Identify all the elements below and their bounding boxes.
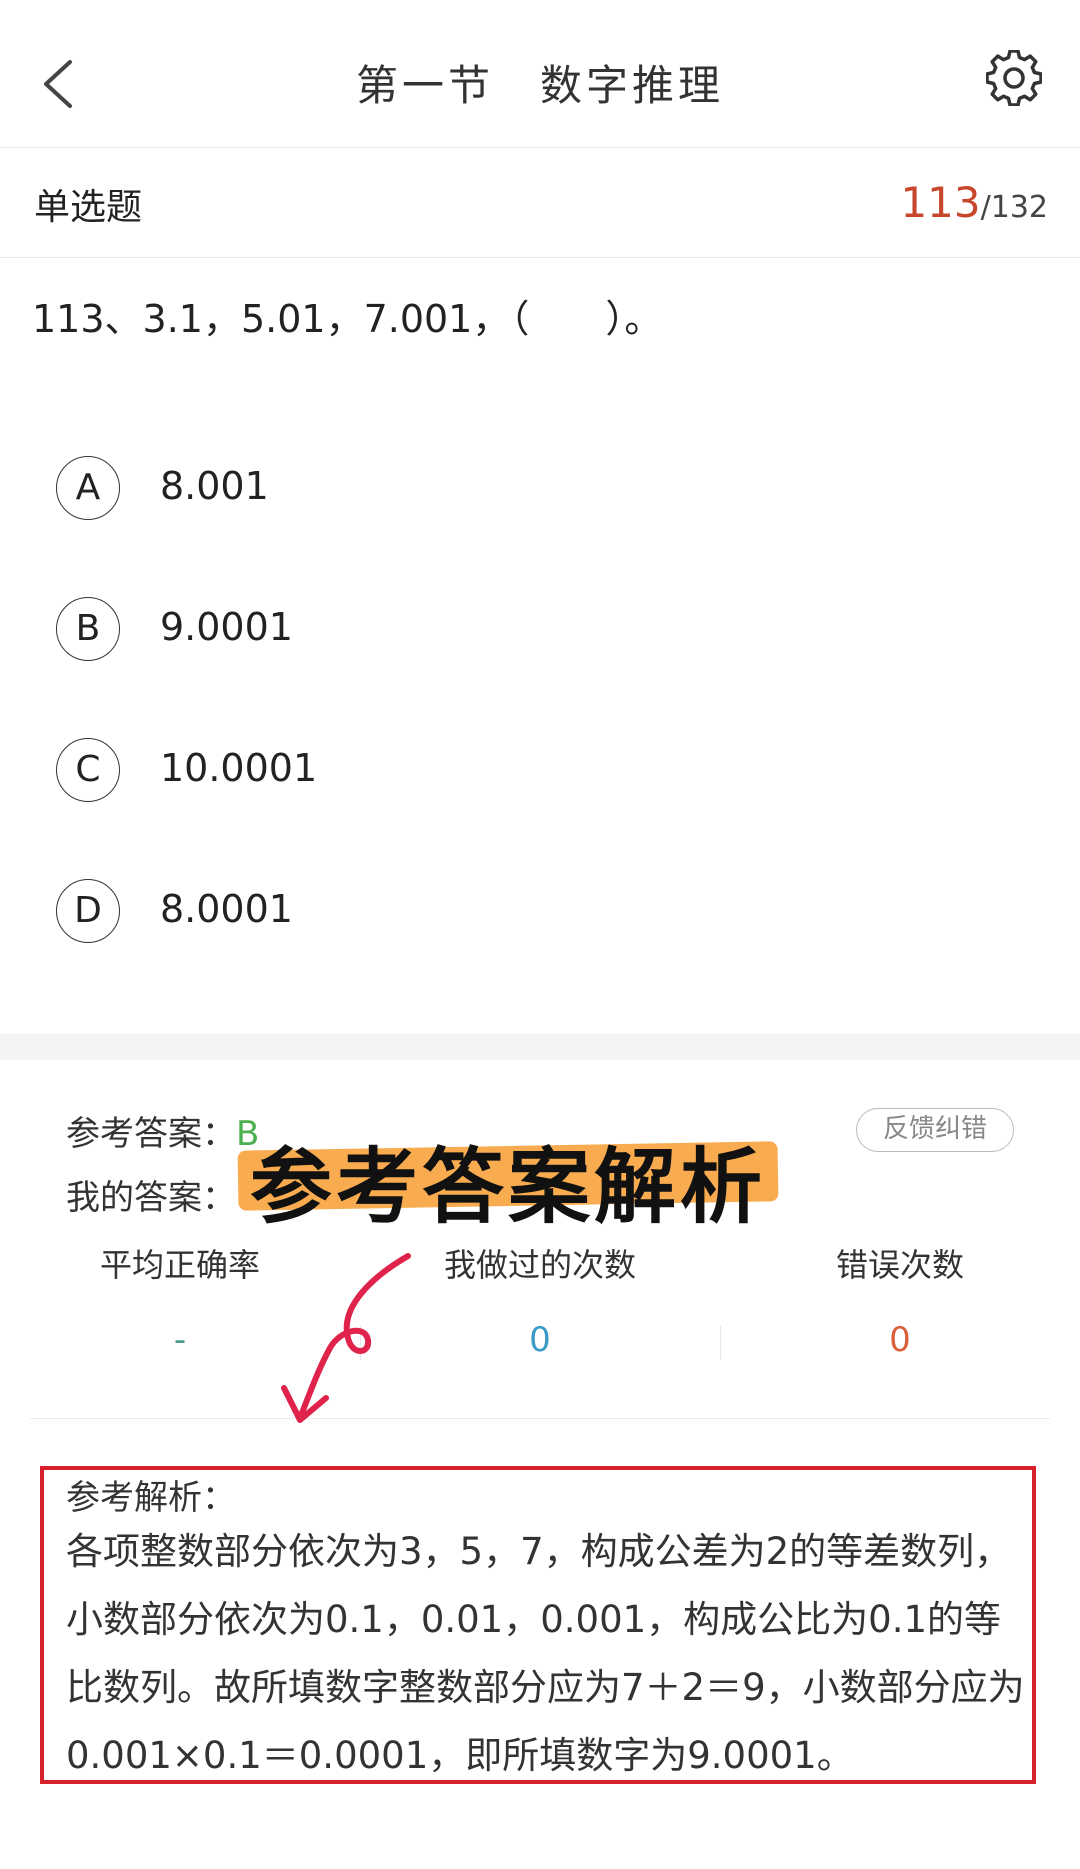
analysis-body: 各项整数部分依次为3，5，7，构成公差为2的等差数列，小数部分依次为0.1，0.… — [66, 1530, 1025, 1777]
reference-answer-label: 参考答案： — [66, 1114, 236, 1154]
progress-current: 113 — [900, 178, 981, 227]
app-header: 第一节 数字推理 — [0, 0, 1080, 148]
reference-answer-row: 参考答案：B — [66, 1106, 259, 1155]
option-text: 8.0001 — [160, 887, 293, 931]
option-a[interactable]: A 8.001 — [56, 456, 656, 520]
question-progress: 113/132 — [900, 178, 1048, 227]
option-text: 9.0001 — [160, 605, 293, 649]
overlay-banner: 参考答案解析 — [237, 1120, 779, 1235]
option-text: 10.0001 — [160, 746, 318, 790]
gear-icon[interactable] — [986, 50, 1042, 106]
stat-divider — [720, 1326, 721, 1360]
stat-value-attempts: 0 — [529, 1320, 551, 1360]
feedback-button[interactable]: 反馈纠错 — [856, 1108, 1014, 1152]
question-type-label: 单选题 — [34, 187, 143, 228]
stat-label-attempts: 我做过的次数 — [443, 1246, 636, 1284]
page-title: 第一节 数字推理 — [355, 61, 724, 110]
overlay-caption: 参考答案解析 — [249, 1140, 766, 1235]
option-d[interactable]: D 8.0001 — [56, 879, 656, 943]
stat-value-errors: 0 — [889, 1320, 911, 1360]
question-text: 113、3.1，5.01，7.001，（ ）。 — [32, 297, 663, 341]
analysis-title: 参考解析： — [66, 1478, 236, 1518]
stat-label-errors: 错误次数 — [835, 1246, 964, 1284]
option-c[interactable]: C 10.0001 — [56, 738, 656, 802]
section-divider — [0, 1034, 1080, 1060]
question-type-bar: 单选题 113/132 — [0, 148, 1080, 258]
progress-total: /132 — [980, 190, 1048, 225]
option-letter: A — [56, 456, 120, 520]
option-text: 8.001 — [160, 464, 269, 508]
my-answer-label: 我的答案： — [66, 1178, 236, 1218]
my-answer-row: 我的答案： — [66, 1170, 236, 1219]
option-letter: D — [56, 879, 120, 943]
option-letter: B — [56, 597, 120, 661]
option-b[interactable]: B 9.0001 — [56, 597, 656, 661]
arrow-doodle-icon — [281, 1253, 411, 1423]
stats-divider-line — [30, 1418, 1050, 1419]
option-letter: C — [56, 738, 120, 802]
